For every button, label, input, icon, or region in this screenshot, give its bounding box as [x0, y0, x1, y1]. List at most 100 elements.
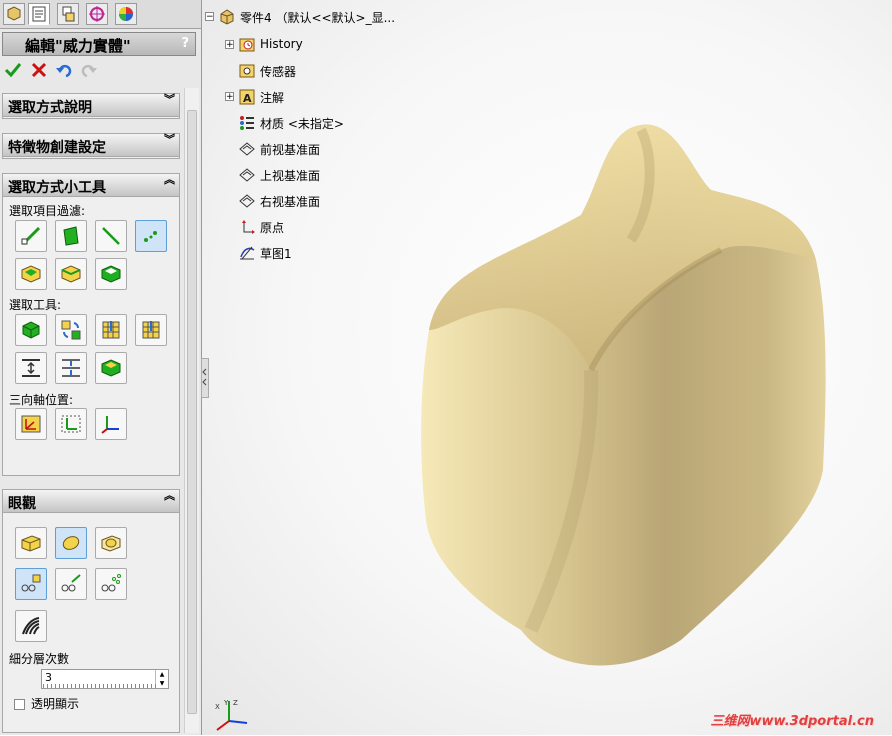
- tree-item-label: 上视基准面: [260, 169, 321, 183]
- subdivision-value: 3: [45, 671, 52, 684]
- expand-toggle[interactable]: +: [225, 40, 234, 50]
- tree-item-label: 右视基准面: [260, 195, 321, 209]
- undo-icon: [56, 64, 72, 78]
- scrollbar-thumb[interactable]: [187, 110, 197, 714]
- chevron-up-icon[interactable]: ︽: [164, 490, 175, 501]
- grow-selection-button[interactable]: [135, 314, 167, 346]
- box-vertex-icon: [101, 265, 121, 283]
- close-icon: [31, 62, 47, 78]
- group-feature-settings[interactable]: 特徵物創建設定 ︾: [2, 133, 180, 159]
- glasses-face-icon: [21, 574, 41, 592]
- triad-world-button[interactable]: [15, 408, 47, 440]
- group-title: 特徵物創建設定: [8, 140, 106, 156]
- triad-screen-button[interactable]: [95, 408, 127, 440]
- display-smooth-button[interactable]: [55, 527, 87, 559]
- tools-label: 選取工具:: [9, 298, 62, 312]
- help-button[interactable]: ?: [181, 36, 189, 51]
- triad-local-button[interactable]: [55, 408, 87, 440]
- undo-button[interactable]: [55, 61, 73, 79]
- tab-property-manager[interactable]: [28, 3, 50, 25]
- edge-filter-icon: [21, 226, 41, 246]
- graphics-viewport[interactable]: 三维网www.3dportal.cn: [201, 0, 892, 735]
- tree-item-label: 传感器: [260, 65, 297, 79]
- group-display: 眼觀 ︽ 細分層次數 透明顯示: [2, 489, 180, 733]
- display-both-button[interactable]: [95, 527, 127, 559]
- freeform-solid-model[interactable]: [201, 0, 892, 735]
- filter-edge-button[interactable]: [15, 220, 47, 252]
- panel-title-bar: 編輯"威力實體" ?: [2, 32, 196, 56]
- expand-toggle[interactable]: +: [225, 92, 234, 102]
- chevron-up-icon[interactable]: ︽: [164, 174, 175, 185]
- tab-feature-manager[interactable]: [3, 3, 25, 25]
- property-manager-panel: 編輯"威力實體" ? 選取方式說明 ︾ 特徵物創建設定 ︾ 選取方式小工具 ︽ 選取項…: [0, 0, 202, 735]
- watermark-text: 三维网www.3dportal.cn: [710, 714, 874, 729]
- xray-edge-button[interactable]: [55, 568, 87, 600]
- green-cube-icon: [22, 321, 40, 339]
- group-title: 眼觀: [8, 496, 36, 512]
- tree-item-label: 注解: [260, 91, 285, 105]
- filter-line-button[interactable]: [95, 220, 127, 252]
- tree-item-label: 材质 <未指定>: [260, 117, 344, 131]
- glasses-edge-icon: [61, 574, 81, 592]
- chevron-down-icon[interactable]: ︾: [164, 94, 175, 105]
- select-loop-button[interactable]: [95, 314, 127, 346]
- svg-text:A: A: [243, 92, 252, 105]
- tab-configuration-manager[interactable]: [57, 3, 79, 25]
- expand-selection-button[interactable]: [15, 352, 47, 384]
- redo-icon: [81, 64, 97, 78]
- box-display-icon: [21, 535, 41, 552]
- filter-cage-vertex-button[interactable]: [95, 258, 127, 290]
- panel-splitter[interactable]: [201, 358, 209, 398]
- box-edge-icon: [61, 265, 81, 283]
- triad-label: 三向軸位置:: [9, 393, 74, 407]
- panel-tabs: [0, 0, 201, 29]
- tree-item-label: 原点: [260, 221, 285, 235]
- tree-item-label: 草图1: [260, 247, 292, 261]
- filter-cage-edge-button[interactable]: [55, 258, 87, 290]
- group-selection-help[interactable]: 選取方式說明 ︾: [2, 93, 180, 119]
- panel-scrollbar[interactable]: [184, 88, 199, 733]
- transparent-checkbox[interactable]: [14, 699, 25, 710]
- shrink-icon: [62, 359, 80, 377]
- select-region-button[interactable]: [95, 352, 127, 384]
- feature-manager-icon: [7, 6, 21, 21]
- triad-screen-icon: [101, 416, 119, 434]
- xray-face-button[interactable]: [15, 568, 47, 600]
- chevron-down-icon[interactable]: ︾: [164, 134, 175, 145]
- cancel-button[interactable]: [30, 61, 48, 79]
- collapse-root-toggle[interactable]: −: [205, 12, 214, 22]
- tab-display-manager[interactable]: [115, 3, 137, 25]
- tree-item-label: 前视基准面: [260, 143, 321, 157]
- xray-vertex-button[interactable]: [95, 568, 127, 600]
- display-box-button[interactable]: [15, 527, 47, 559]
- filter-vertex-button[interactable]: [135, 220, 167, 252]
- filter-cage-face-button[interactable]: [15, 258, 47, 290]
- tree-root-label: 零件4 （默认<<默认>_显...: [240, 11, 396, 25]
- line-filter-icon: [102, 227, 120, 245]
- subdivision-slider[interactable]: [43, 684, 157, 688]
- select-all-button[interactable]: [15, 314, 47, 346]
- expand-icon: [22, 359, 40, 377]
- tree-item-label: History: [260, 37, 303, 51]
- ok-button[interactable]: [4, 61, 22, 79]
- tab-dimxpert-manager[interactable]: [86, 3, 108, 25]
- configuration-manager-icon: [62, 6, 75, 22]
- zebra-stripes-icon: [22, 617, 40, 635]
- dimxpert-icon: [89, 6, 105, 22]
- part-icon: [220, 9, 234, 25]
- shrink-selection-button[interactable]: [55, 352, 87, 384]
- invert-selection-icon: [61, 320, 81, 340]
- invert-selection-button[interactable]: [55, 314, 87, 346]
- triad-world-icon: [21, 415, 41, 433]
- display-manager-icon: [119, 7, 133, 21]
- property-manager-icon: [32, 6, 46, 22]
- filter-face-button[interactable]: [55, 220, 87, 252]
- panel-title: 編輯"威力實體": [25, 37, 131, 55]
- coordinate-triad-icon: Y X Z: [213, 697, 251, 736]
- svg-text:Y: Y: [223, 699, 229, 707]
- grid-select-icon: [102, 321, 120, 339]
- redo-button[interactable]: [80, 61, 98, 79]
- smooth-display-icon: [62, 536, 80, 550]
- checkmark-icon: [4, 63, 22, 78]
- zebra-stripes-button[interactable]: [15, 610, 47, 642]
